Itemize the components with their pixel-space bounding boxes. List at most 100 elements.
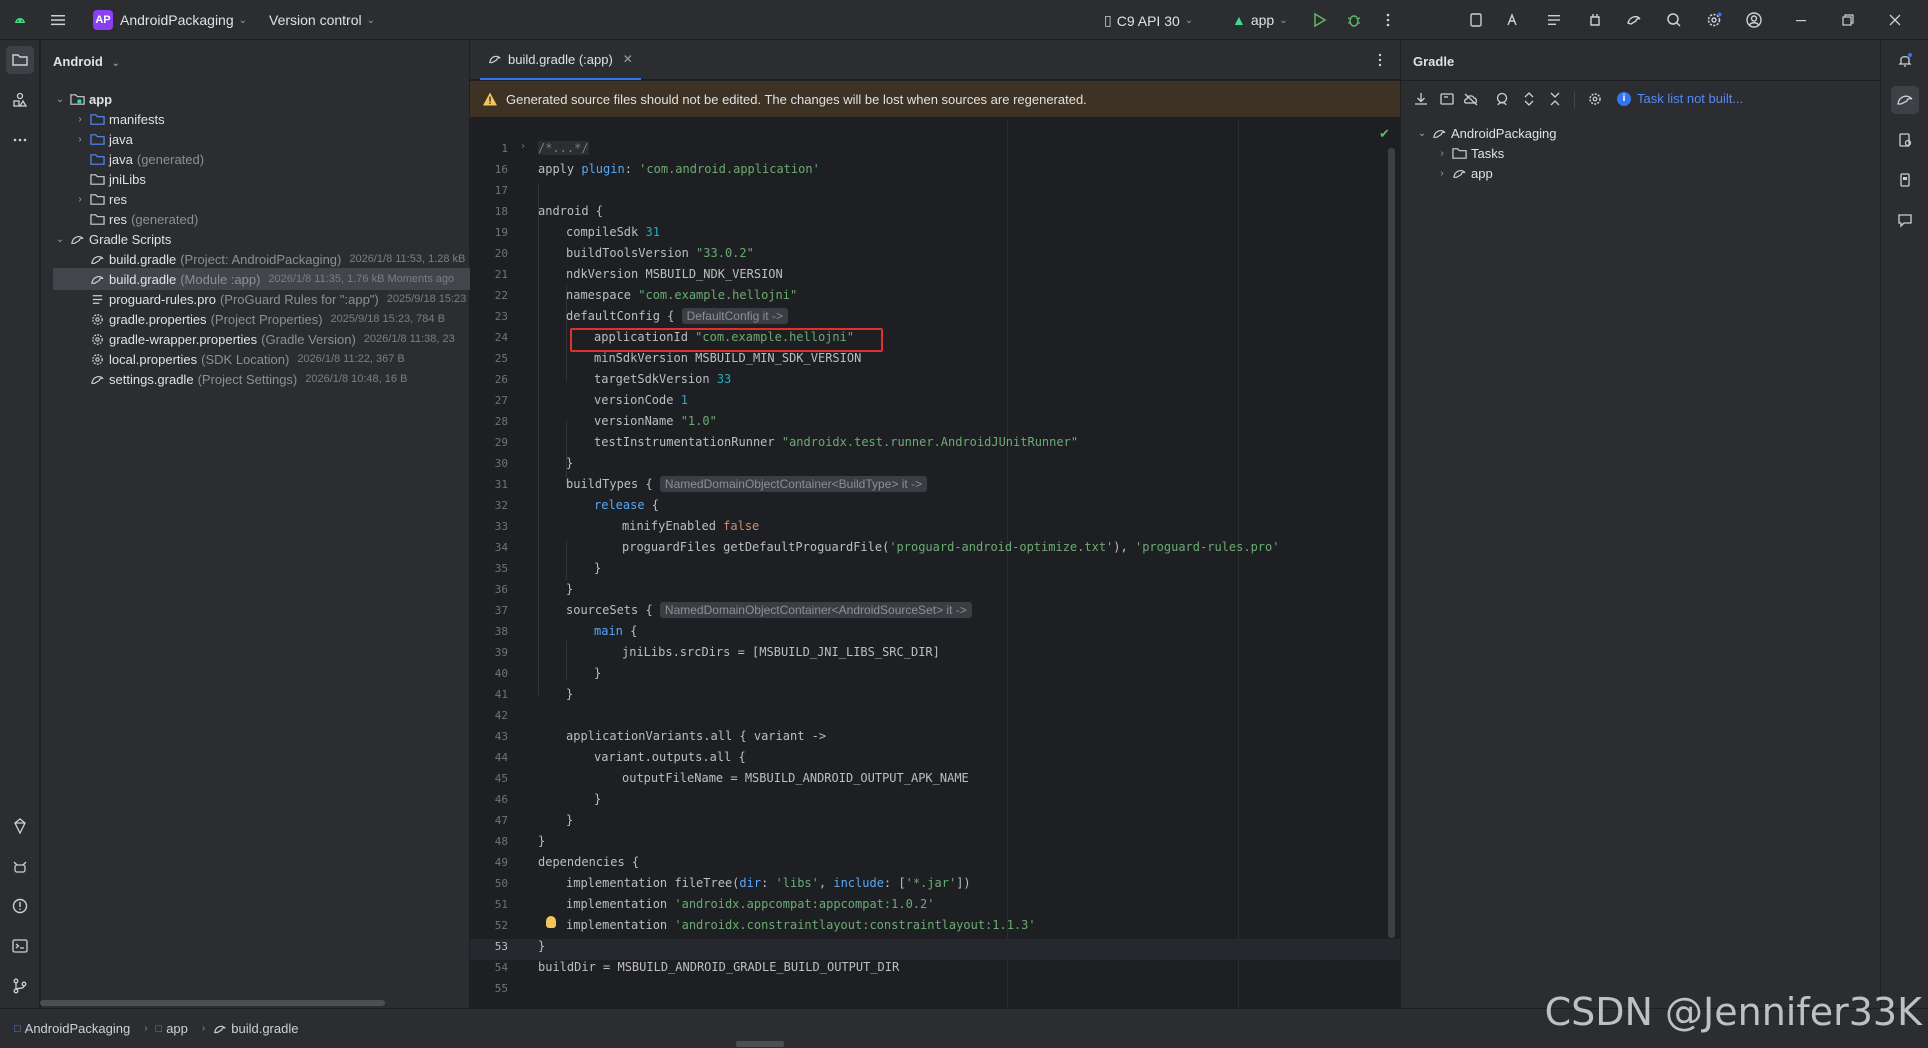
- collapse-all-icon[interactable]: [1541, 85, 1569, 113]
- running-devices-icon[interactable]: [1891, 166, 1919, 194]
- logcat-icon[interactable]: [6, 852, 34, 880]
- project-view-selector[interactable]: Android ⌄: [53, 54, 120, 69]
- close-icon[interactable]: [1881, 6, 1909, 34]
- resource-manager-icon[interactable]: [6, 86, 34, 114]
- line-number: 50: [494, 877, 508, 890]
- tree-item-label: jniLibs: [109, 171, 146, 187]
- account-icon[interactable]: [1740, 6, 1768, 34]
- main-menu-icon[interactable]: [44, 6, 72, 34]
- horizontal-scrollbar[interactable]: [40, 1000, 385, 1006]
- code-line: proguardFiles getDefaultProguardFile('pr…: [622, 540, 1280, 554]
- code-area[interactable]: 1 /*...*/ 16 apply plugin: 'com.android.app…: [470, 121, 1400, 1008]
- tree-item-jnilibs[interactable]: jniLibs: [73, 168, 146, 190]
- device-file-explorer-icon[interactable]: [1891, 126, 1919, 154]
- tree-item-java-generated[interactable]: java (generated): [73, 148, 204, 170]
- device-manager-icon[interactable]: [1462, 6, 1490, 34]
- gradle-tree-app[interactable]: › app: [1435, 162, 1492, 184]
- android-icon: ▲: [1232, 12, 1246, 28]
- toggle-offline-icon[interactable]: [1457, 85, 1485, 113]
- download-sources-icon[interactable]: [1407, 85, 1435, 113]
- tree-item-build-gradle-module[interactable]: build.gradle (Module :app) 2026/1/8 11:3…: [53, 268, 481, 290]
- tree-item-res[interactable]: › res: [73, 188, 127, 210]
- gradle-panel-title: Gradle: [1413, 54, 1455, 69]
- plugins-icon[interactable]: [1581, 6, 1609, 34]
- text-file-icon: [89, 291, 105, 307]
- settings-gear-icon[interactable]: [1700, 6, 1728, 34]
- tree-item-label: res: [109, 191, 128, 207]
- tree-item-gradle-scripts[interactable]: ⌄ Gradle Scripts: [53, 228, 172, 250]
- project-folder-icon[interactable]: [6, 46, 34, 74]
- git-icon[interactable]: [6, 972, 34, 1000]
- breadcrumb-app[interactable]: □ app: [156, 1021, 188, 1036]
- code-line: main {: [594, 624, 638, 638]
- gradle-file-icon: [488, 52, 502, 66]
- device-selector[interactable]: ▯ C9 API 30 ⌄: [1104, 12, 1193, 29]
- code-line: versionCode 1: [594, 393, 688, 407]
- gradle-panel: Gradle i Task list not built... ⌄ Androi…: [1400, 40, 1881, 1008]
- code-line: }: [566, 456, 574, 470]
- project-selector[interactable]: AP AndroidPackaging ⌄: [93, 10, 247, 30]
- run-config-selector[interactable]: ▲ app ⌄: [1232, 12, 1288, 28]
- tree-item-manifests[interactable]: › manifests: [73, 108, 164, 130]
- notifications-icon[interactable]: [1891, 46, 1919, 74]
- restore-icon[interactable]: [1834, 6, 1862, 34]
- gradle-settings-icon[interactable]: [1581, 85, 1609, 113]
- task-list-link[interactable]: i Task list not built...: [1617, 91, 1743, 106]
- terminal-icon[interactable]: [6, 932, 34, 960]
- translate-icon[interactable]: [1500, 6, 1528, 34]
- folder-icon: [89, 151, 105, 167]
- code-line: versionName "1.0": [594, 414, 717, 428]
- tab-build-gradle-app[interactable]: build.gradle (:app) ✕: [480, 40, 641, 80]
- close-tab-icon[interactable]: ✕: [623, 52, 633, 66]
- tree-item-java[interactable]: › java: [73, 128, 133, 150]
- fold-arrow-icon[interactable]: ›: [520, 141, 526, 152]
- debug-icon[interactable]: [1340, 6, 1368, 34]
- tree-item-app[interactable]: ⌄ app: [53, 88, 112, 110]
- module-icon: □: [14, 1022, 21, 1035]
- vcs-label: Version control: [269, 12, 362, 28]
- gradle-tool-icon[interactable]: [1891, 86, 1919, 114]
- tree-item-gradle-wrapper[interactable]: gradle-wrapper.properties (Gradle Versio…: [73, 328, 455, 350]
- gradle-tree-root[interactable]: ⌄ AndroidPackaging: [1415, 122, 1557, 144]
- minimize-icon[interactable]: [1787, 6, 1815, 34]
- tree-item-res-generated[interactable]: res (generated): [73, 208, 198, 230]
- tab-options-icon[interactable]: [1366, 46, 1394, 74]
- project-panel: Android ⌄ ⌄ app › manifests › java java …: [41, 40, 481, 1008]
- code-line: compileSdk 31: [566, 225, 660, 239]
- more-actions-icon[interactable]: [1374, 6, 1402, 34]
- run-icon[interactable]: [1305, 6, 1333, 34]
- highlight-box: [570, 328, 883, 352]
- vertical-scrollbar[interactable]: [1388, 148, 1395, 938]
- expand-all-icon[interactable]: [1515, 85, 1543, 113]
- analyze-deps-icon[interactable]: [1489, 85, 1517, 113]
- line-number: 33: [494, 520, 508, 533]
- tree-item-settings-gradle[interactable]: settings.gradle (Project Settings) 2026/…: [73, 368, 407, 390]
- lightbulb-icon[interactable]: [546, 916, 556, 928]
- gemini-icon[interactable]: [6, 812, 34, 840]
- gradle-tree-tasks[interactable]: › Tasks: [1435, 142, 1504, 164]
- watermark: CSDN @Jennifer33K: [1544, 990, 1922, 1034]
- ai-assistant-icon[interactable]: [1891, 206, 1919, 234]
- tree-item-local-properties[interactable]: local.properties (SDK Location) 2026/1/8…: [73, 348, 405, 370]
- gradle-tree-label: Tasks: [1471, 145, 1505, 161]
- tree-item-gradle-properties[interactable]: gradle.properties (Project Properties) 2…: [73, 308, 445, 330]
- code-line: }: [594, 561, 602, 575]
- vcs-selector[interactable]: Version control ⌄: [269, 12, 375, 28]
- tree-item-proguard[interactable]: proguard-rules.pro (ProGuard Rules for "…: [73, 288, 466, 310]
- breadcrumb-project[interactable]: □ AndroidPackaging: [14, 1021, 130, 1036]
- project-name: AndroidPackaging: [120, 12, 234, 28]
- tree-item-build-gradle-project[interactable]: build.gradle (Project: AndroidPackaging)…: [73, 248, 465, 270]
- chevron-expanded-icon: ⌄: [55, 233, 65, 245]
- folder-icon: [1451, 145, 1467, 161]
- gradle-file-icon: [213, 1022, 227, 1036]
- more-tools-icon[interactable]: [6, 126, 34, 154]
- resize-handle[interactable]: [736, 1041, 784, 1047]
- breadcrumb-file[interactable]: build.gradle: [213, 1021, 298, 1036]
- search-icon[interactable]: [1660, 6, 1688, 34]
- code-line: buildTypes { NamedDomainObjectContainer<…: [566, 476, 928, 492]
- structure-icon[interactable]: [1540, 6, 1568, 34]
- line-number: 53: [494, 940, 508, 953]
- gradle-sync-icon[interactable]: [1620, 6, 1648, 34]
- problems-icon[interactable]: [6, 892, 34, 920]
- banner-text: Generated source files should not be edi…: [506, 91, 1087, 107]
